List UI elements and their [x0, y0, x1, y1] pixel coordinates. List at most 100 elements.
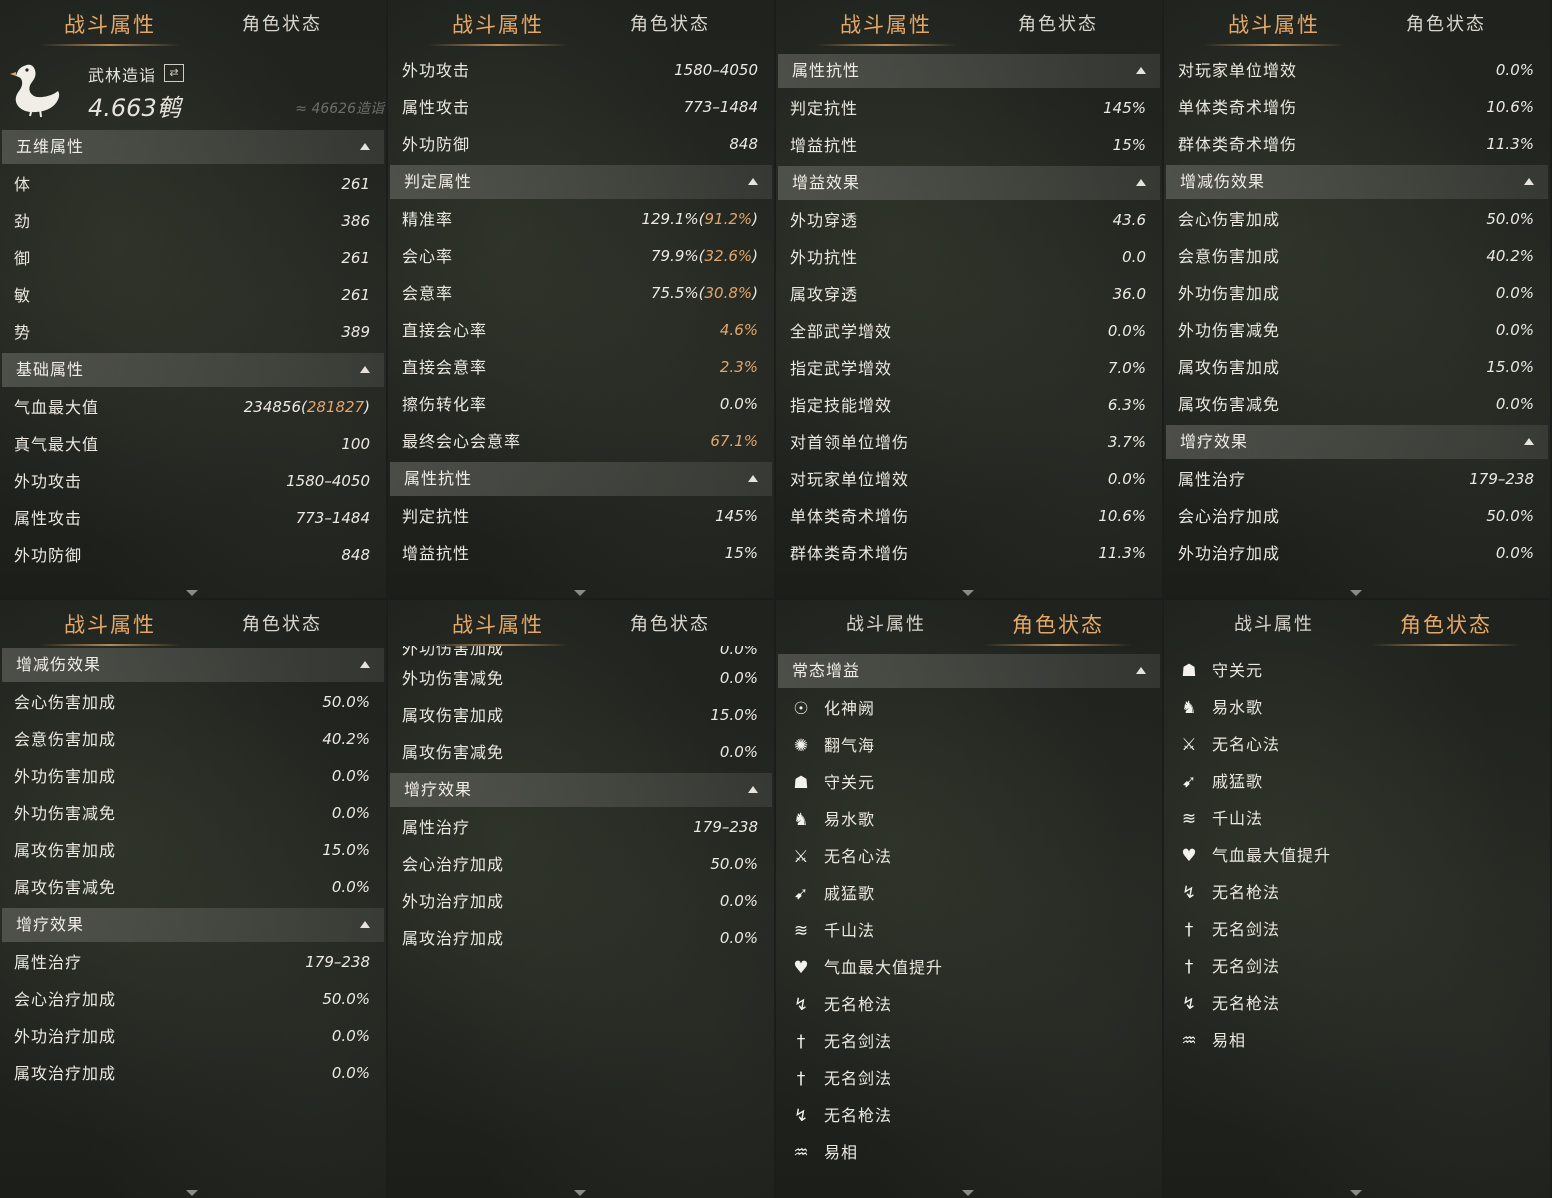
buff-item[interactable]: ≋ 千山法	[776, 912, 1162, 949]
panel-content[interactable]: ☗ 守关元 ♞ 易水歌 ⚔ 无名心法 ➹ 戚猛歌 ≋ 千山法 ♥ 气血最大值提升 ↯ 无名枪法 † 无名剑法 †…	[1164, 652, 1550, 1182]
scroll-down-arrow-icon[interactable]	[1350, 1190, 1362, 1196]
section-header[interactable]: 属性抗性	[778, 54, 1160, 88]
tab-character-status[interactable]: 角色状态	[208, 8, 356, 42]
tab-combat-attributes[interactable]: 战斗属性	[40, 8, 180, 46]
collapse-arrow-icon[interactable]	[360, 143, 370, 150]
panel-content[interactable]: 增减伤效果 会心伤害加成 50.0% 会意伤害加成 40.2% 外功伤害加成 0.0% 外功伤…	[0, 646, 386, 1182]
buff-item[interactable]: † 无名剑法	[1164, 948, 1550, 985]
collapse-arrow-icon[interactable]	[360, 661, 370, 668]
panel-content[interactable]: 常态增益 ☉ 化神阙 ✺ 翻气海 ☗ 守关元 ♞ 易水歌 ⚔ 无名心法 ➹ 戚猛歌 ≋ 千山法 ♥ 气血最大值提…	[776, 652, 1162, 1182]
panel-content[interactable]: 外功攻击 1580–4050 属性攻击 773–1484 外功防御 848 判定属性 精准率 1…	[388, 52, 774, 582]
buff-icon: ≋	[793, 921, 809, 941]
section-header[interactable]: 属性抗性	[390, 462, 772, 496]
section-header[interactable]: 判定属性	[390, 165, 772, 199]
buff-item[interactable]: † 无名剑法	[1164, 911, 1550, 948]
stat-label: 外功攻击	[402, 61, 471, 80]
collapse-arrow-icon[interactable]	[1524, 438, 1534, 445]
scroll-down-arrow-icon[interactable]	[186, 1190, 198, 1196]
tab-character-status[interactable]: 角色状态	[984, 8, 1132, 42]
buff-item[interactable]: ♥ 气血最大值提升	[1164, 837, 1550, 874]
stat-row: 增益抗性 15%	[388, 535, 774, 572]
section-header[interactable]: 基础属性	[2, 353, 384, 387]
buff-item[interactable]: ♒ 易相	[1164, 1022, 1550, 1059]
buff-item[interactable]: ↯ 无名枪法	[776, 1097, 1162, 1134]
stat-row: 外功攻击 1580–4050	[388, 52, 774, 89]
tab-character-status[interactable]: 角色状态	[596, 608, 744, 642]
collapse-arrow-icon[interactable]	[1136, 67, 1146, 74]
buff-name: 戚猛歌	[1212, 772, 1264, 791]
tab-combat-attributes[interactable]: 战斗属性	[816, 608, 956, 642]
scroll-down-arrow-icon[interactable]	[1350, 590, 1362, 596]
panel-content[interactable]: 武林造诣 ⇄ 4.663鹌 ≈ 46626造诣 五维属性体 261 劲 386 御 261 敏 261…	[0, 52, 386, 582]
section-header[interactable]: 五维属性	[2, 130, 384, 164]
buff-item[interactable]: ♞ 易水歌	[1164, 689, 1550, 726]
buff-item[interactable]: † 无名剑法	[776, 1023, 1162, 1060]
stat-label: 属性攻击	[14, 509, 83, 528]
scroll-down-arrow-icon[interactable]	[962, 1190, 974, 1196]
section-header[interactable]: 增疗效果	[390, 773, 772, 807]
collapse-arrow-icon[interactable]	[1136, 179, 1146, 186]
tab-combat-attributes[interactable]: 战斗属性	[1204, 8, 1344, 46]
buff-item[interactable]: ⚔ 无名心法	[1164, 726, 1550, 763]
tab-combat-attributes[interactable]: 战斗属性	[816, 8, 956, 46]
collapse-arrow-icon[interactable]	[360, 366, 370, 373]
section-header[interactable]: 常态增益	[778, 654, 1160, 688]
buff-item[interactable]: ♞ 易水歌	[776, 801, 1162, 838]
scroll-down-arrow-icon[interactable]	[962, 590, 974, 596]
tab-combat-attributes[interactable]: 战斗属性	[428, 8, 568, 46]
section-header[interactable]: 增减伤效果	[1166, 165, 1548, 199]
buff-item[interactable]: ☉ 化神阙	[776, 690, 1162, 727]
collapse-arrow-icon[interactable]	[1524, 178, 1534, 185]
collapse-arrow-icon[interactable]	[360, 921, 370, 928]
buff-item[interactable]: ♒ 易相	[776, 1134, 1162, 1171]
scroll-down-arrow-icon[interactable]	[574, 590, 586, 596]
section-header[interactable]: 增减伤效果	[2, 648, 384, 682]
buff-item[interactable]: ↯ 无名枪法	[1164, 985, 1550, 1022]
stat-value-base: 40.2%	[322, 730, 370, 748]
section-header[interactable]: 增益效果	[778, 166, 1160, 200]
tab-character-status[interactable]: 角色状态	[984, 608, 1132, 646]
stat-label: 属性治疗	[402, 818, 471, 837]
panel-content[interactable]: 外功伤害加成 0.0% 外功伤害减免 0.0% 属攻伤害加成 15.0% 属攻伤害减免 0.0…	[388, 646, 774, 1182]
stat-value: 261	[341, 277, 370, 314]
buff-item[interactable]: ↯ 无名枪法	[776, 986, 1162, 1023]
stat-row: 外功伤害减免 0.0%	[388, 660, 774, 697]
buff-item[interactable]: ✺ 翻气海	[776, 727, 1162, 764]
stat-value-base: 129.1%(	[641, 210, 705, 228]
section-header[interactable]: 增疗效果	[2, 908, 384, 942]
scroll-down-arrow-icon[interactable]	[186, 590, 198, 596]
collapse-arrow-icon[interactable]	[748, 475, 758, 482]
tab-character-status[interactable]: 角色状态	[1372, 8, 1520, 42]
panel-content[interactable]: 对玩家单位增效 0.0% 单体类奇术增伤 10.6% 群体类奇术增伤 11.3% 增减伤效果…	[1164, 52, 1550, 582]
buff-item[interactable]: ≋ 千山法	[1164, 800, 1550, 837]
buff-item[interactable]: ⚔ 无名心法	[776, 838, 1162, 875]
tab-character-status[interactable]: 角色状态	[208, 608, 356, 642]
stat-panel-7: 战斗属性 角色状态常态增益 ☉ 化神阙 ✺ 翻气海 ☗ 守关元 ♞ 易水歌 ⚔ 无名心法 ➹ 戚猛歌 ≋ 千山…	[776, 600, 1162, 1198]
buff-item[interactable]: ☗ 守关元	[776, 764, 1162, 801]
tab-combat-attributes[interactable]: 战斗属性	[1204, 608, 1344, 642]
buff-item[interactable]: ➹ 戚猛歌	[776, 875, 1162, 912]
collapse-arrow-icon[interactable]	[1136, 667, 1146, 674]
stat-value: 15.0%	[1486, 349, 1534, 386]
buff-item[interactable]: † 无名剑法	[776, 1060, 1162, 1097]
stat-row: 群体类奇术增伤 11.3%	[1164, 126, 1550, 163]
stat-label: 判定抗性	[790, 99, 859, 118]
stat-label: 会心治疗加成	[402, 855, 505, 874]
stat-label: 精准率	[402, 210, 454, 229]
buff-item[interactable]: ♥ 气血最大值提升	[776, 949, 1162, 986]
buff-item[interactable]: ➹ 戚猛歌	[1164, 763, 1550, 800]
collapse-arrow-icon[interactable]	[748, 178, 758, 185]
tab-combat-attributes[interactable]: 战斗属性	[428, 608, 568, 646]
buff-item[interactable]: ↯ 无名枪法	[1164, 874, 1550, 911]
buff-item[interactable]: ☗ 守关元	[1164, 652, 1550, 689]
scroll-down-arrow-icon[interactable]	[574, 1190, 586, 1196]
collapse-arrow-icon[interactable]	[748, 786, 758, 793]
buff-name: 无名枪法	[1212, 994, 1281, 1013]
tab-character-status[interactable]: 角色状态	[596, 8, 744, 42]
tab-character-status[interactable]: 角色状态	[1372, 608, 1520, 646]
section-header[interactable]: 增疗效果	[1166, 425, 1548, 459]
swap-icon[interactable]: ⇄	[164, 64, 184, 82]
panel-content[interactable]: 属性抗性 判定抗性 145% 增益抗性 15% 增益效果 外功穿透 43.6 外功抗性 0.0 属攻…	[776, 52, 1162, 582]
stat-label: 会意伤害加成	[14, 730, 117, 749]
tab-combat-attributes[interactable]: 战斗属性	[40, 608, 180, 646]
